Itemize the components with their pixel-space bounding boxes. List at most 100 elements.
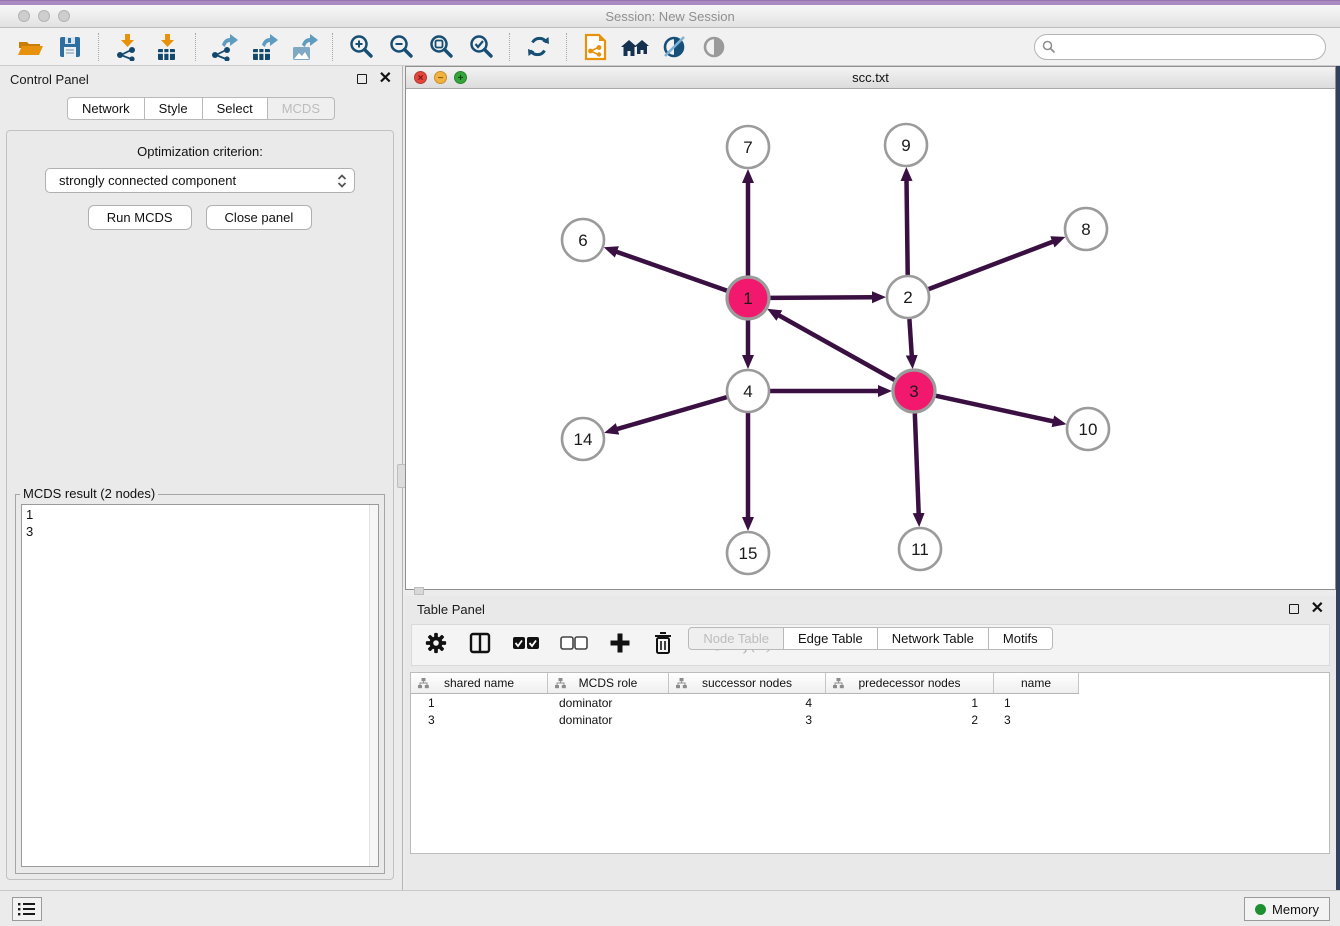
graph-node-3[interactable]: 3 — [893, 370, 935, 412]
tab-style[interactable]: Style — [145, 97, 203, 120]
graph-edge-2-8[interactable] — [929, 242, 1054, 290]
graph-node-7[interactable]: 7 — [727, 126, 769, 168]
toolbar-separator — [195, 33, 196, 61]
save-session-button[interactable] — [50, 31, 90, 63]
graph-node-15[interactable]: 15 — [727, 532, 769, 574]
import-network-icon — [113, 33, 141, 61]
optimization-criterion-label: Optimization criterion: — [137, 144, 263, 159]
save-floppy-icon — [57, 34, 83, 60]
svg-text:4: 4 — [743, 382, 752, 401]
mcds-pane: Optimization criterion: strongly connect… — [6, 130, 394, 880]
hide-details-button[interactable] — [655, 31, 695, 63]
graph-node-9[interactable]: 9 — [885, 124, 927, 166]
svg-text:7: 7 — [743, 138, 752, 157]
close-panel-icon[interactable]: ✕ — [379, 74, 392, 84]
graph-edge-3-1[interactable] — [779, 315, 895, 380]
zoom-fit-button[interactable] — [421, 31, 461, 63]
zoom-fit-icon — [428, 33, 455, 60]
task-history-button[interactable] — [12, 897, 42, 921]
toolbar-separator — [509, 33, 510, 61]
criterion-dropdown[interactable]: strongly connected component — [45, 168, 355, 193]
search-field — [1034, 34, 1326, 60]
zoom-out-button[interactable] — [381, 31, 421, 63]
search-input[interactable] — [1034, 34, 1326, 60]
zoom-in-icon — [348, 33, 375, 60]
app-window: Session: New Session — [0, 0, 1340, 926]
graph-node-6[interactable]: 6 — [562, 219, 604, 261]
tab-network[interactable]: Network — [67, 97, 145, 120]
memory-button[interactable]: Memory — [1244, 897, 1330, 921]
graph-node-8[interactable]: 8 — [1065, 208, 1107, 250]
table-tabs: Node Table Edge Table Network Table Moti… — [405, 627, 1336, 882]
zoom-selected-button[interactable] — [461, 31, 501, 63]
home-icon — [619, 34, 651, 60]
svg-text:14: 14 — [574, 430, 593, 449]
svg-text:9: 9 — [901, 136, 910, 155]
refresh-layout-button[interactable] — [518, 31, 558, 63]
export-table-button[interactable] — [244, 31, 284, 63]
graph-edge-3-11[interactable] — [915, 413, 919, 514]
graph-edge-1-6[interactable] — [616, 252, 727, 291]
float-panel-icon[interactable] — [357, 74, 367, 84]
graph-edge-3-10[interactable] — [936, 396, 1054, 422]
import-table-button[interactable] — [147, 31, 187, 63]
graph-node-14[interactable]: 14 — [562, 418, 604, 460]
svg-text:8: 8 — [1081, 220, 1090, 239]
export-image-button[interactable] — [284, 31, 324, 63]
network-canvas[interactable]: 7 9 6 8 1 2 4 3 14 10 15 11 — [406, 89, 1335, 589]
table-panel-title: Table Panel — [417, 602, 485, 617]
tab-select[interactable]: Select — [203, 97, 268, 120]
network-graph[interactable]: 7 9 6 8 1 2 4 3 14 10 15 11 — [406, 89, 1335, 589]
network-view-title: scc.txt — [406, 70, 1335, 85]
tab-node-table[interactable]: Node Table — [688, 627, 784, 650]
mcds-button-row: Run MCDS Close panel — [88, 205, 312, 230]
svg-text:2: 2 — [903, 288, 912, 307]
graph-edge-2-3[interactable] — [909, 319, 911, 356]
close-panel-button[interactable]: Close panel — [206, 205, 313, 230]
list-icon — [18, 902, 36, 916]
main-area: Control Panel ✕ Network Style Select MCD… — [0, 66, 1340, 890]
svg-text:3: 3 — [909, 382, 918, 401]
graph-edge-1-2[interactable] — [770, 297, 873, 298]
control-panel-title: Control Panel — [10, 72, 89, 87]
mcds-result-text[interactable]: 1 3 — [21, 504, 379, 867]
tab-edge-table[interactable]: Edge Table — [784, 627, 878, 650]
graph-node-11[interactable]: 11 — [899, 528, 941, 570]
import-network-button[interactable] — [107, 31, 147, 63]
control-panel-header: Control Panel ✕ — [0, 66, 402, 92]
open-folder-icon — [16, 34, 44, 60]
show-details-button[interactable] — [695, 31, 735, 63]
home-button[interactable] — [615, 31, 655, 63]
export-image-icon — [289, 33, 319, 61]
graph-node-4[interactable]: 4 — [727, 370, 769, 412]
graph-node-1[interactable]: 1 — [727, 277, 769, 319]
toolbar-separator — [332, 33, 333, 61]
show-details-icon — [701, 34, 729, 60]
hide-details-icon — [661, 34, 689, 60]
run-mcds-button[interactable]: Run MCDS — [88, 205, 192, 230]
network-window: × − + scc.txt 7968124314101511 — [405, 66, 1336, 590]
tab-mcds[interactable]: MCDS — [268, 97, 335, 120]
background-window-edge — [1336, 66, 1340, 926]
close-table-panel-icon[interactable]: ✕ — [1311, 604, 1324, 614]
mcds-result-box: MCDS result (2 nodes) 1 3 — [15, 494, 385, 874]
export-network-button[interactable] — [204, 31, 244, 63]
float-table-panel-icon[interactable] — [1289, 604, 1299, 614]
export-table-icon — [249, 33, 279, 61]
graph-edge-4-14[interactable] — [617, 397, 727, 429]
graph-node-2[interactable]: 2 — [887, 276, 929, 318]
zoom-in-button[interactable] — [341, 31, 381, 63]
table-panel-header: Table Panel ✕ — [405, 596, 1336, 622]
open-session-button[interactable] — [10, 31, 50, 63]
zoom-selected-icon — [468, 33, 495, 60]
result-scrollbar[interactable] — [369, 505, 378, 866]
graph-edge-2-9[interactable] — [907, 180, 908, 275]
horizontal-splitter-handle[interactable] — [414, 587, 424, 595]
graph-node-10[interactable]: 10 — [1067, 408, 1109, 450]
tab-network-table[interactable]: Network Table — [878, 627, 989, 650]
network-file-button[interactable] — [575, 31, 615, 63]
refresh-icon — [525, 33, 552, 60]
tab-motifs[interactable]: Motifs — [989, 627, 1053, 650]
titlebar: Session: New Session — [0, 5, 1340, 28]
control-panel: Control Panel ✕ Network Style Select MCD… — [0, 66, 403, 890]
